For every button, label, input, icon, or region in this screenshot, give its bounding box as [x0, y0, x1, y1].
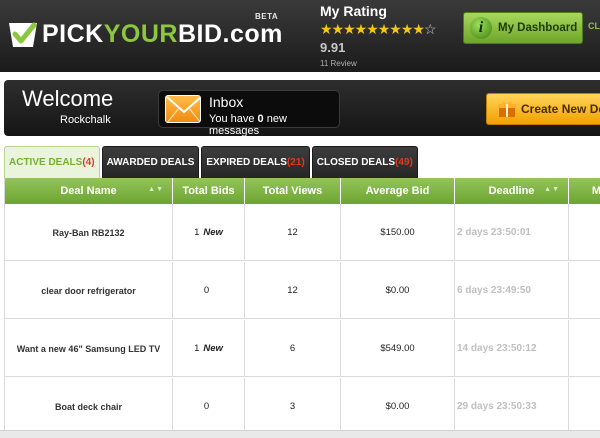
- checkmark-logo-icon: [6, 17, 40, 51]
- create-new-deal-button[interactable]: Create New De: [486, 93, 600, 125]
- new-badge: New: [203, 227, 223, 238]
- row-more-cell: [569, 378, 600, 435]
- column-deadline[interactable]: Deadline ▲▼: [455, 178, 569, 204]
- deal-name[interactable]: Ray-Ban RB2132: [5, 204, 173, 261]
- username: Rockchalk: [60, 114, 111, 126]
- sort-arrows-icon[interactable]: ▲▼: [148, 186, 164, 193]
- my-dashboard-button[interactable]: i My Dashboard: [463, 12, 583, 44]
- rating-stars: ★★★★★★★★★☆: [320, 21, 460, 37]
- column-average-bid[interactable]: Average Bid: [341, 178, 455, 204]
- pickyourbid-page: PICKYOURBID.com BETA My Rating ★★★★★★★★★…: [0, 0, 600, 438]
- rating-reviews-link[interactable]: 11 Review: [320, 59, 460, 68]
- deadline: 2 days 23:50:01: [455, 204, 569, 261]
- average-bid: $150.00: [341, 204, 455, 261]
- new-badge: New: [203, 343, 223, 354]
- logo-text: PICKYOURBID.com: [42, 19, 283, 48]
- total-bids: 0: [173, 262, 245, 319]
- create-new-deal-label: Create New De: [521, 102, 600, 116]
- total-bids: 0: [173, 378, 245, 435]
- tab-awarded-deals[interactable]: AWARDED DEALS: [101, 146, 200, 178]
- deadline: 6 days 23:49:50: [455, 262, 569, 319]
- site-logo[interactable]: PICKYOURBID.com: [6, 14, 283, 54]
- row-more-cell: [569, 320, 600, 377]
- inbox-message: You have 0 new messages: [209, 113, 287, 137]
- total-views: 6: [245, 320, 341, 377]
- my-rating: My Rating ★★★★★★★★★☆ 9.91 11 Review: [320, 3, 460, 68]
- star-empty-icon: ☆: [423, 21, 437, 37]
- row-more-cell: [569, 262, 600, 319]
- total-views: 12: [245, 204, 341, 261]
- top-header: PICKYOURBID.com BETA My Rating ★★★★★★★★★…: [0, 0, 600, 72]
- table-header: Deal Name ▲▼ Total Bids Total Views Avera…: [5, 178, 600, 204]
- star-filled-icon: ★★★★★★★★★: [320, 21, 425, 37]
- deadline: 29 days 23:50:33: [455, 378, 569, 435]
- welcome-title: Welcome: [22, 86, 114, 111]
- column-more[interactable]: M: [569, 178, 600, 204]
- rating-score: 9.91: [320, 40, 346, 55]
- deal-tabs: ACTIVE DEALS (4) AWARDED DEALS EXPIRED DE…: [4, 146, 420, 178]
- my-dashboard-label: My Dashboard: [498, 22, 578, 34]
- deal-name[interactable]: Want a new 46" Samsung LED TV: [5, 320, 173, 377]
- welcome-bar: Welcome Rockchalk Inbox You have 0 new m…: [4, 80, 600, 137]
- sort-arrows-icon[interactable]: ▲▼: [544, 186, 560, 193]
- total-views: 3: [245, 378, 341, 435]
- header-link-cut[interactable]: CL: [588, 21, 600, 31]
- envelope-icon: [165, 95, 201, 123]
- horizontal-scrollbar[interactable]: [0, 430, 600, 438]
- tab-expired-deals[interactable]: EXPIRED DEALS (21): [201, 146, 310, 178]
- beta-badge: BETA: [255, 12, 279, 21]
- average-bid: $0.00: [341, 378, 455, 435]
- deal-name[interactable]: clear door refrigerator: [5, 262, 173, 319]
- average-bid: $0.00: [341, 262, 455, 319]
- column-total-bids[interactable]: Total Bids: [173, 178, 245, 204]
- tab-active-deals[interactable]: ACTIVE DEALS (4): [4, 146, 100, 178]
- deadline: 14 days 23:50:12: [455, 320, 569, 377]
- row-more-cell: [569, 204, 600, 261]
- table-row[interactable]: clear door refrigerator 0 12 $0.00 6 day…: [5, 262, 600, 319]
- gift-icon: [497, 100, 517, 118]
- tab-closed-deals[interactable]: CLOSED DEALS (49): [311, 146, 418, 178]
- total-views: 12: [245, 262, 341, 319]
- table-row[interactable]: Want a new 46" Samsung LED TV 1 New 6 $54…: [5, 320, 600, 377]
- column-total-views[interactable]: Total Views: [245, 178, 341, 204]
- average-bid: $549.00: [341, 320, 455, 377]
- total-bids: 1 New: [173, 204, 245, 261]
- total-bids: 1 New: [173, 320, 245, 377]
- inbox-widget[interactable]: Inbox You have 0 new messages: [158, 90, 340, 137]
- deals-table: Deal Name ▲▼ Total Bids Total Views Avera…: [4, 178, 600, 438]
- table-row[interactable]: Boat deck chair 0 3 $0.00 29 days 23:50:…: [5, 378, 600, 435]
- column-deal-name[interactable]: Deal Name ▲▼: [5, 178, 173, 204]
- inbox-title: Inbox: [209, 94, 244, 110]
- rating-title: My Rating: [320, 3, 387, 19]
- deal-name[interactable]: Boat deck chair: [5, 378, 173, 435]
- info-icon: i: [470, 17, 492, 39]
- table-row[interactable]: Ray-Ban RB2132 1 New 12 $150.00 2 days 23…: [5, 204, 600, 261]
